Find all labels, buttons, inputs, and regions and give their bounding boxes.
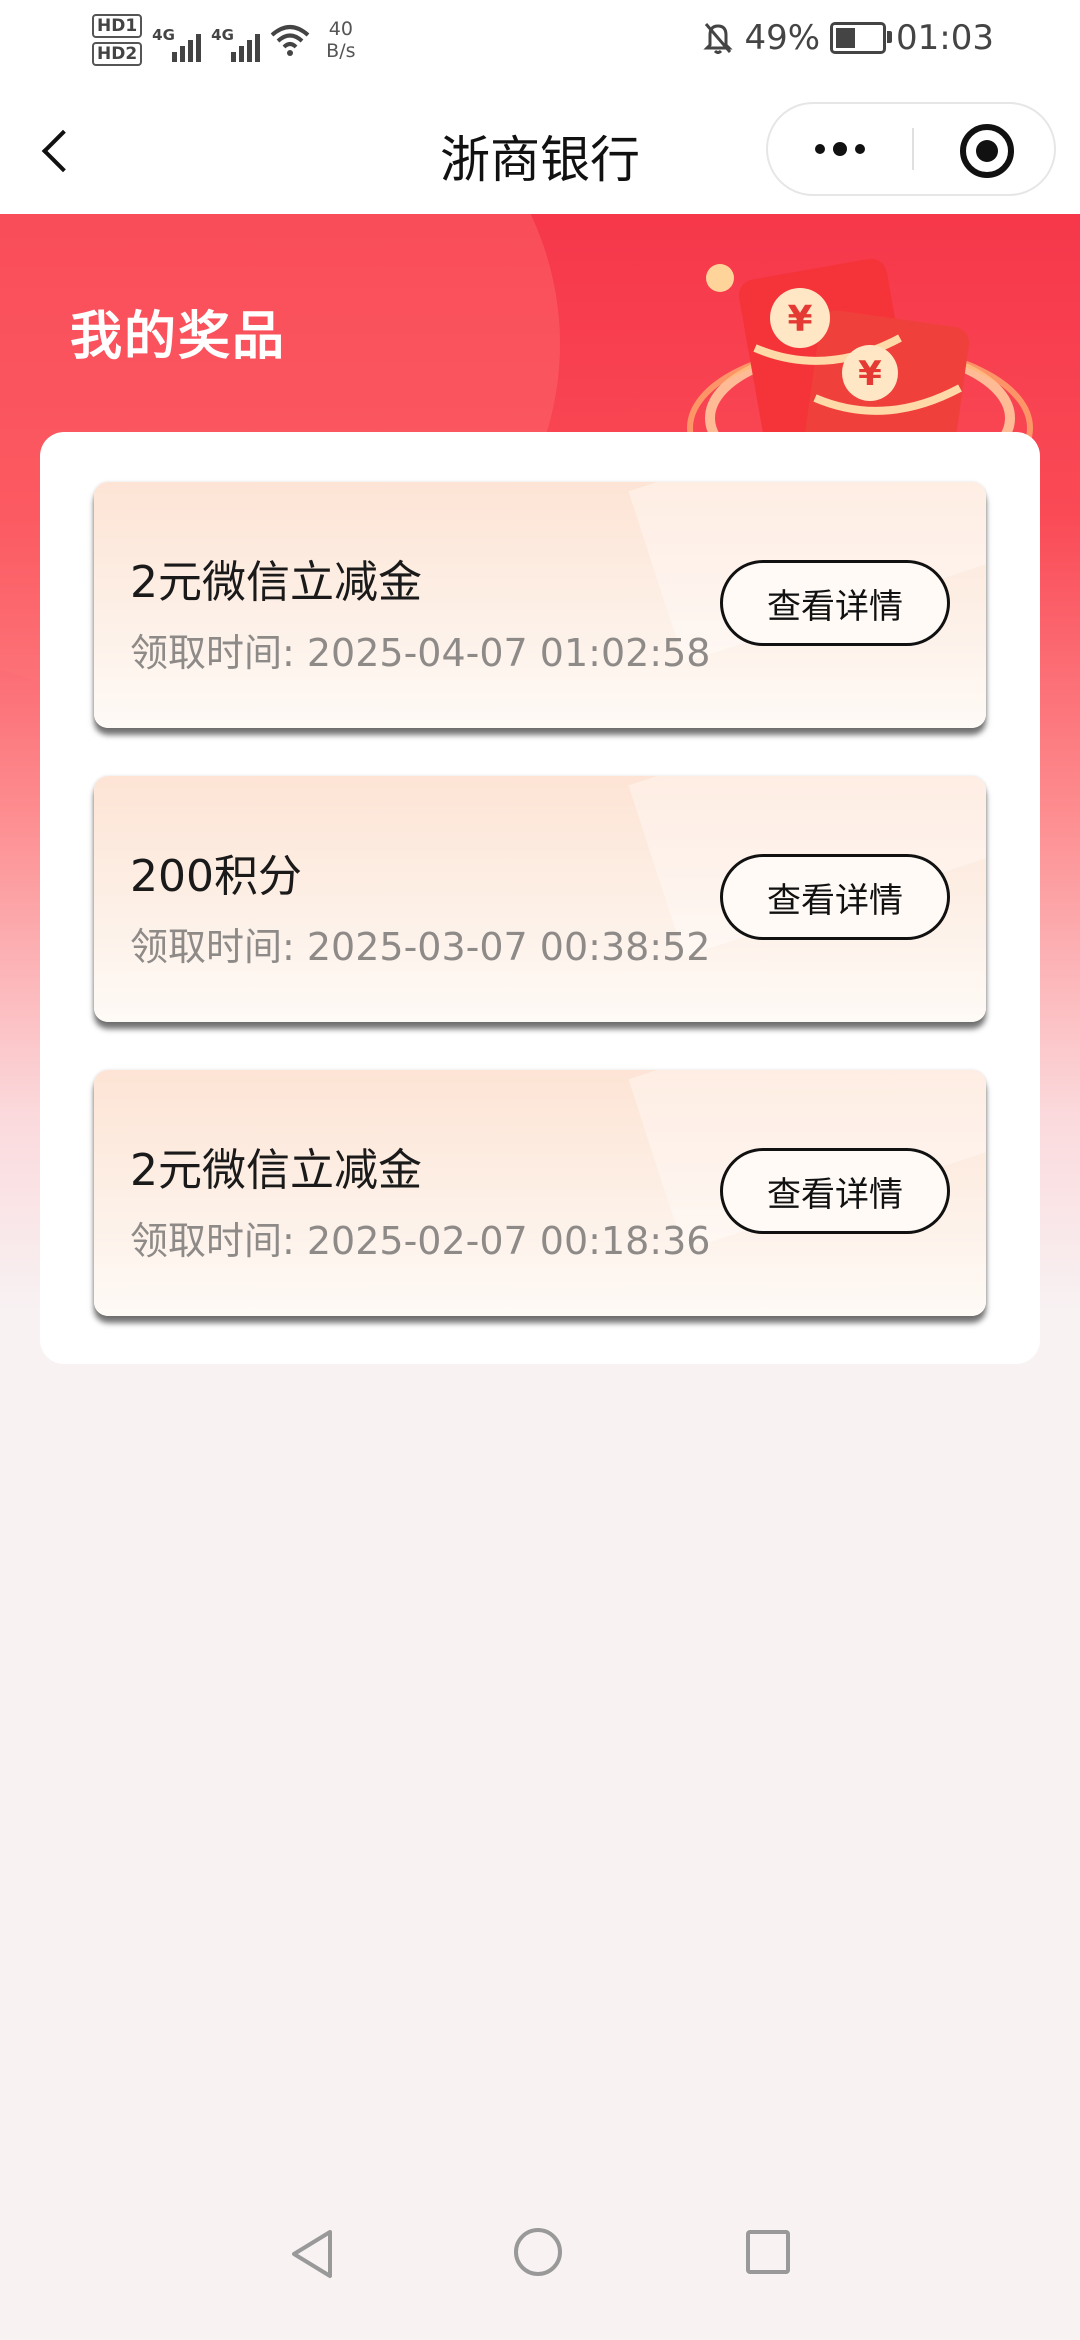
battery-percent: 49% (744, 18, 821, 58)
view-details-button[interactable]: 查看详情 (720, 854, 950, 940)
prize-card: 200积分 领取时间: 2025-03-07 00:38:52 查看详情 (94, 776, 986, 1022)
sim-indicators: HD1 HD2 (92, 14, 143, 66)
prize-claim-time: 领取时间: 2025-02-07 00:18:36 (130, 1219, 711, 1263)
status-right: 49% 01:03 (702, 18, 994, 58)
battery-icon (830, 22, 893, 54)
status-bar: HD1 HD2 4G 4G 40 B/s 49% 01:03 (0, 0, 1080, 86)
miniprogram-capsule (766, 102, 1056, 196)
signal-2-icon: 4G (211, 18, 261, 62)
system-recents-icon[interactable] (746, 2230, 790, 2274)
speed-unit: B/s (326, 40, 356, 62)
nav-bar: 浙商银行 (0, 86, 1080, 214)
prize-name: 200积分 (130, 851, 302, 902)
system-nav-bar (0, 2190, 1080, 2340)
prize-claim-time: 领取时间: 2025-04-07 01:02:58 (130, 631, 711, 675)
system-back-icon[interactable] (286, 2226, 336, 2282)
prize-panel: 2元微信立减金 领取时间: 2025-04-07 01:02:58 查看详情 2… (40, 432, 1040, 1364)
prize-list: 2元微信立减金 领取时间: 2025-04-07 01:02:58 查看详情 2… (94, 482, 986, 1364)
prize-name: 2元微信立减金 (130, 557, 422, 608)
sim1-hd-icon: HD1 (92, 14, 143, 38)
prize-name: 2元微信立减金 (130, 1145, 422, 1196)
close-miniprogram-icon[interactable] (914, 104, 1056, 194)
view-details-button[interactable]: 查看详情 (720, 1148, 950, 1234)
prize-card: 2元微信立减金 领取时间: 2025-04-07 01:02:58 查看详情 (94, 482, 986, 728)
prize-card: 2元微信立减金 领取时间: 2025-02-07 00:18:36 查看详情 (94, 1070, 986, 1316)
status-time: 01:03 (896, 18, 994, 58)
more-icon[interactable] (768, 104, 912, 194)
svg-text:¥: ¥ (858, 354, 882, 394)
wifi-icon (270, 25, 310, 56)
svg-text:¥: ¥ (787, 299, 812, 340)
network-speed: 40 B/s (326, 18, 355, 62)
banner-title: 我的奖品 (70, 307, 287, 367)
system-home-icon[interactable] (514, 2228, 562, 2276)
speed-value: 40 (328, 18, 353, 40)
view-details-button[interactable]: 查看详情 (720, 560, 950, 646)
bell-muted-icon (703, 23, 734, 54)
signal-1-icon: 4G (152, 18, 202, 62)
prize-claim-time: 领取时间: 2025-03-07 00:38:52 (130, 925, 711, 969)
status-left: HD1 HD2 4G 4G 40 B/s (92, 14, 356, 66)
sim2-hd-icon: HD2 (92, 42, 143, 66)
